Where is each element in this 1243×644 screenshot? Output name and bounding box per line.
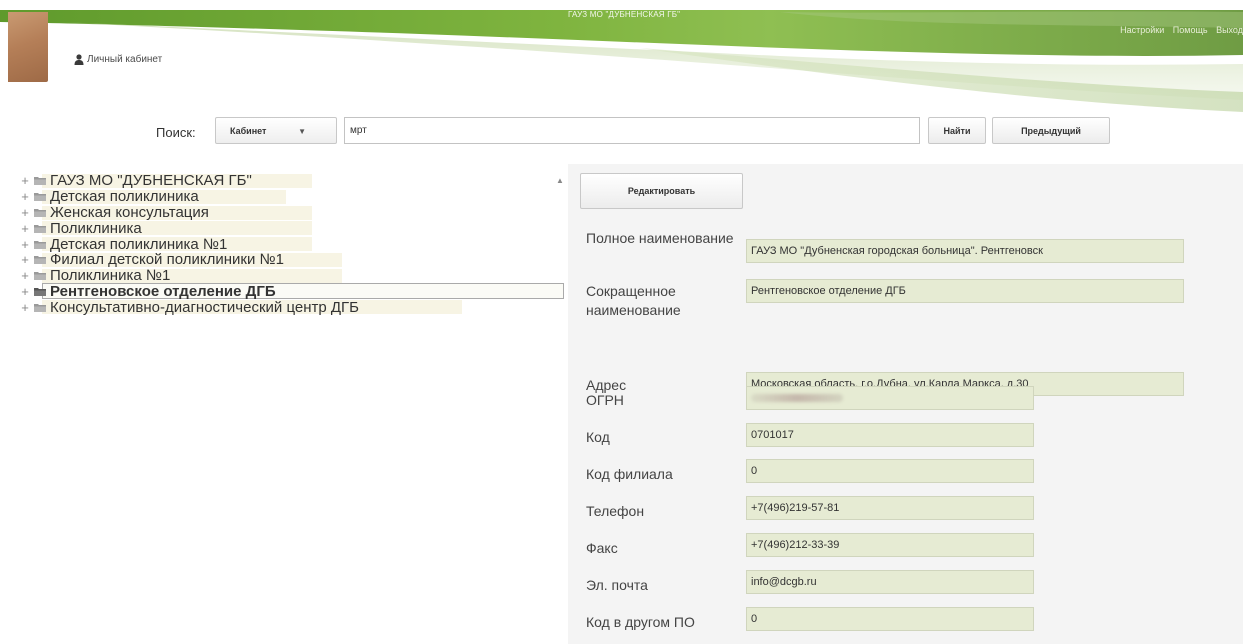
field-label-short-name: Сокращенное наименование — [586, 283, 681, 318]
tree-item-selected[interactable]: + Рентгеновское отделение ДГБ — [18, 282, 564, 300]
field-phone[interactable]: +7(496)219-57-81 — [746, 496, 1034, 520]
tree-item[interactable]: + Поликлиника — [18, 220, 546, 236]
expand-icon[interactable]: + — [18, 221, 32, 236]
expand-icon[interactable]: + — [18, 252, 32, 267]
field-code[interactable]: 0701017 — [746, 423, 1034, 447]
logout-link[interactable]: Выход — [1216, 25, 1243, 35]
expand-icon[interactable]: + — [18, 300, 32, 315]
tree-item[interactable]: + Женская консультация — [18, 205, 546, 221]
folder-icon — [34, 193, 46, 202]
folder-icon — [34, 256, 46, 265]
field-ogrn[interactable] — [746, 386, 1034, 410]
app-header: ГАУЗ МО "ДУБНЕНСКАЯ ГБ" Настройки Помощь… — [0, 0, 1243, 120]
search-label: Поиск: — [156, 125, 196, 140]
folder-icon — [34, 208, 46, 217]
chevron-down-icon: ▼ — [298, 127, 306, 136]
tree-item-label: Консультативно-диагностический центр ДГБ — [50, 298, 360, 316]
folder-open-icon — [34, 287, 46, 296]
expand-icon[interactable]: + — [18, 189, 32, 204]
tree-item[interactable]: + Поликлиника №1 — [18, 268, 546, 284]
tree-item-label: Рентгеновское отделение ДГБ — [50, 282, 276, 300]
field-fax[interactable]: +7(496)212-33-39 — [746, 533, 1034, 557]
field-label-branch-code: Код филиала — [586, 466, 673, 482]
folder-icon — [34, 303, 46, 312]
tree-item-label: Поликлиника — [50, 219, 142, 237]
field-label-full-name: Полное наименование — [586, 230, 734, 246]
tree-item-label: Детская поликлиника — [50, 188, 199, 206]
field-label-code: Код — [586, 429, 610, 445]
previous-button[interactable]: Предыдущий — [992, 117, 1110, 144]
expand-icon[interactable]: + — [18, 205, 32, 220]
field-label-other-code: Код в другом ПО — [586, 614, 695, 630]
scroll-up-icon[interactable]: ▲ — [556, 176, 564, 185]
tree-item[interactable]: + Детская поликлиника — [18, 189, 546, 205]
redacted-value — [751, 394, 843, 402]
tree-item-label: Филиал детской поликлиники №1 — [50, 251, 284, 269]
field-label-phone: Телефон — [586, 503, 645, 519]
search-type-value: Кабинет — [230, 125, 267, 136]
folder-icon — [34, 177, 46, 186]
tree-item[interactable]: + Филиал детской поликлиники №1 — [18, 252, 546, 268]
expand-icon[interactable]: + — [18, 237, 32, 252]
expand-icon[interactable]: + — [18, 173, 32, 188]
folder-icon — [34, 240, 46, 249]
expand-icon[interactable]: + — [18, 284, 32, 299]
search-input[interactable] — [344, 117, 920, 144]
field-branch-code[interactable]: 0 — [746, 459, 1034, 483]
folder-icon — [34, 224, 46, 233]
field-other-code[interactable]: 0 — [746, 607, 1034, 631]
tree-item[interactable]: + ГАУЗ МО "ДУБНЕНСКАЯ ГБ" — [18, 173, 546, 189]
help-link[interactable]: Помощь — [1173, 25, 1208, 35]
edit-button[interactable]: Редактировать — [580, 173, 743, 209]
field-short-name[interactable]: Рентгеновское отделение ДГБ — [746, 279, 1184, 303]
find-button[interactable]: Найти — [928, 117, 986, 144]
tree-item-label: ГАУЗ МО "ДУБНЕНСКАЯ ГБ" — [50, 172, 252, 190]
user-avatar — [8, 12, 48, 82]
personal-cabinet-label: Личный кабинет — [87, 54, 163, 65]
person-icon — [74, 54, 84, 65]
field-email[interactable]: info@dcgb.ru — [746, 570, 1034, 594]
field-label-fax: Факс — [586, 540, 618, 556]
org-tree: + ГАУЗ МО "ДУБНЕНСКАЯ ГБ" + Детская поли… — [18, 173, 564, 315]
folder-icon — [34, 272, 46, 281]
tree-item-label: Детская поликлиника №1 — [50, 235, 228, 253]
top-links: Настройки Помощь Выход — [1114, 25, 1243, 35]
tree-item-label: Поликлиника №1 — [50, 267, 171, 285]
tree-item-label: Женская консультация — [50, 203, 209, 221]
field-label-email: Эл. почта — [586, 577, 648, 593]
personal-cabinet-link[interactable]: Личный кабинет — [74, 54, 162, 65]
org-title: ГАУЗ МО "ДУБНЕНСКАЯ ГБ" — [568, 10, 681, 19]
tree-item[interactable]: + Консультативно-диагностический центр Д… — [18, 299, 546, 315]
tree-item[interactable]: + Детская поликлиника №1 — [18, 236, 546, 252]
search-type-select[interactable]: Кабинет ▼ — [215, 117, 337, 144]
expand-icon[interactable]: + — [18, 268, 32, 283]
field-full-name[interactable]: ГАУЗ МО "Дубненская городская больница".… — [746, 239, 1184, 263]
settings-link[interactable]: Настройки — [1120, 25, 1164, 35]
field-label-ogrn: ОГРН — [586, 392, 624, 408]
